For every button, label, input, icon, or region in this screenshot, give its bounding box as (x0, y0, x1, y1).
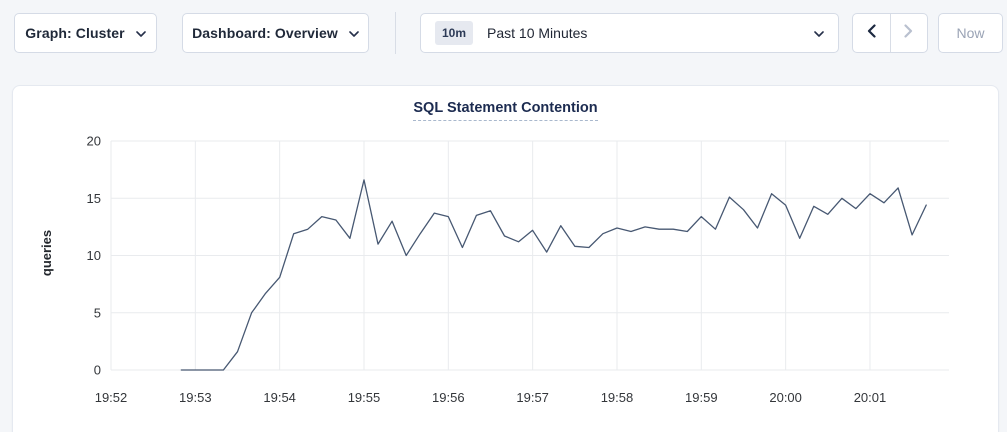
y-axis-tick-label: 20 (87, 134, 101, 149)
time-range-badge: 10m (435, 21, 473, 45)
time-range-label: Past 10 Minutes (487, 25, 587, 41)
chevron-right-icon (904, 24, 913, 43)
sql-contention-chart[interactable]: 0 5 10 15 20 19:52 19:53 19:54 19:55 19:56 19:57 19… (13, 86, 1000, 432)
y-axis-tick-label: 15 (87, 191, 101, 206)
toolbar: Graph: Cluster Dashboard: Overview 10m P… (0, 0, 1007, 70)
x-axis-tick-label: 19:54 (263, 390, 296, 405)
chart-title[interactable]: SQL Statement Contention (413, 100, 597, 121)
toolbar-divider (395, 12, 396, 54)
y-axis-tick-label: 5 (94, 305, 101, 320)
x-axis-tick-label: 19:57 (516, 390, 549, 405)
dashboard-dropdown[interactable]: Dashboard: Overview (182, 13, 369, 53)
x-axis-tick-label: 19:59 (685, 390, 718, 405)
y-axis-tick-label: 0 (94, 363, 101, 378)
chart-title-row: SQL Statement Contention (13, 86, 998, 121)
x-axis-tick-label: 19:55 (348, 390, 381, 405)
x-axis-tick-label: 20:00 (769, 390, 802, 405)
x-axis-tick-label: 19:52 (95, 390, 128, 405)
chart-card: SQL Statement Contention 0 5 10 15 20 19:52 19… (12, 85, 999, 432)
x-axis-tick-label: 20:01 (854, 390, 887, 405)
x-axis-tick-label: 19:53 (179, 390, 212, 405)
dashboard-dropdown-label: Dashboard: Overview (192, 25, 338, 41)
series-line (181, 180, 926, 370)
graph-dropdown-label: Graph: Cluster (25, 25, 124, 41)
y-axis-tick-label: 10 (87, 248, 101, 263)
time-range-step-group (852, 13, 928, 53)
graph-dropdown[interactable]: Graph: Cluster (14, 13, 157, 53)
now-button[interactable]: Now (938, 13, 1003, 53)
time-range-picker[interactable]: 10m Past 10 Minutes (420, 13, 839, 53)
chevron-down-icon (136, 31, 146, 37)
chevron-left-icon (867, 24, 876, 43)
prev-range-button[interactable] (853, 14, 891, 52)
chevron-down-icon (349, 31, 359, 37)
chevron-down-icon (814, 31, 824, 37)
next-range-button[interactable] (891, 14, 928, 52)
x-axis-tick-label: 19:56 (432, 390, 465, 405)
x-axis-tick-label: 19:58 (601, 390, 634, 405)
y-axis-label: queries (39, 230, 54, 276)
